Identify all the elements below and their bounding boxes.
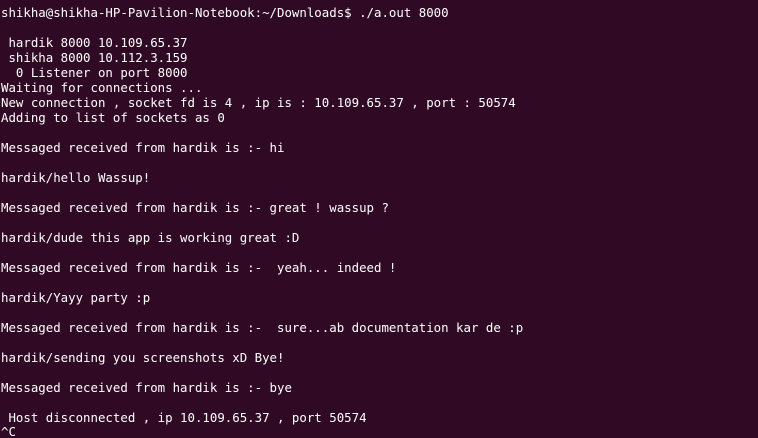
terminal-line: Host disconnected , ip 10.109.65.37 , po… <box>1 410 367 425</box>
terminal-window[interactable]: shikha@shikha-HP-Pavilion-Notebook:~/Dow… <box>0 0 758 438</box>
terminal-line: New connection , socket fd is 4 , ip is … <box>1 95 516 110</box>
terminal-line: Messaged received from hardik is :- bye <box>1 380 292 395</box>
terminal-line: hardik/dude this app is working great :D <box>1 230 300 245</box>
terminal-line: shikha 8000 10.112.3.159 <box>1 50 188 65</box>
terminal-line: Messaged received from hardik is :- sure… <box>1 320 524 335</box>
terminal-line: Messaged received from hardik is :- hi <box>1 140 285 155</box>
terminal-line: 0 Listener on port 8000 <box>1 65 188 80</box>
terminal-line: Messaged received from hardik is :- grea… <box>1 200 389 215</box>
terminal-line: hardik/hello Wassup! <box>1 170 151 185</box>
terminal-line: shikha@shikha-HP-Pavilion-Notebook:~/Dow… <box>1 5 449 20</box>
terminal-line: Messaged received from hardik is :- yeah… <box>1 260 397 275</box>
terminal-line: hardik/Yayy party :p <box>1 290 151 305</box>
terminal-line: hardik/sending you screenshots xD Bye! <box>1 350 285 365</box>
terminal-line: hardik 8000 10.109.65.37 <box>1 35 188 50</box>
terminal-line: Adding to list of sockets as 0 <box>1 110 225 125</box>
terminal-line: ^C <box>1 424 16 438</box>
terminal-line: Waiting for connections ... <box>1 80 203 95</box>
